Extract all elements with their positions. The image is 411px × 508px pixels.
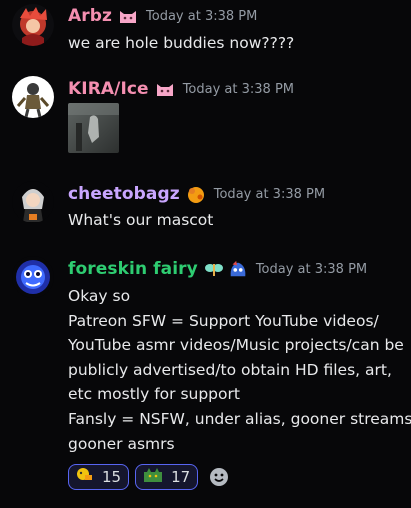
pink-cat-icon bbox=[155, 80, 175, 98]
message-text: What's our mascot bbox=[68, 208, 401, 233]
message-line: YouTube asmr videos/Music projects/can b… bbox=[68, 336, 404, 355]
timestamp: Today at 3:38 PM bbox=[255, 261, 368, 277]
message-line: Patreon SFW = Support YouTube videos/ bbox=[68, 311, 379, 330]
message-line: we are hole buddies now???? bbox=[68, 34, 295, 52]
avatar-cheetobagz[interactable] bbox=[12, 181, 54, 223]
username-kira[interactable]: KIRA/Ice bbox=[68, 79, 149, 99]
add-reaction-icon[interactable] bbox=[208, 466, 230, 488]
username-cheetobagz[interactable]: cheetobagz bbox=[68, 184, 180, 204]
yellow-emoji-icon bbox=[76, 467, 94, 487]
timestamp: Today at 3:38 PM bbox=[146, 8, 258, 24]
message-line: gooner asmrs bbox=[68, 434, 175, 453]
message-header: cheetobagz Today at 3:38 PM bbox=[68, 184, 325, 204]
blue-blob-icon bbox=[228, 260, 248, 278]
fairy-icon bbox=[204, 260, 224, 278]
message-line: What's our mascot bbox=[68, 211, 214, 229]
green-cat-emoji-icon bbox=[143, 467, 163, 487]
reaction-green[interactable]: 17 bbox=[135, 464, 199, 490]
message-header: Arbz Today at 3:38 PM bbox=[68, 6, 257, 26]
message-text: we are hole buddies now???? bbox=[68, 31, 401, 56]
reaction-count: 15 bbox=[102, 468, 122, 486]
avatar-arbz[interactable] bbox=[12, 4, 54, 46]
message-header: foreskin fairy Today at 3:38 PM bbox=[68, 259, 367, 279]
pink-cat-icon bbox=[118, 7, 138, 25]
reaction-count: 17 bbox=[171, 468, 191, 486]
reactions-bar: 15 17 bbox=[68, 464, 230, 490]
image-attachment-thumbnail[interactable] bbox=[68, 103, 119, 153]
message-line: Fansly = NSFW, under alias, gooner strea… bbox=[68, 409, 411, 428]
username-arbz[interactable]: Arbz bbox=[68, 6, 112, 26]
avatar-foreskin-fairy[interactable] bbox=[12, 256, 54, 298]
reaction-yellow[interactable]: 15 bbox=[68, 464, 130, 490]
timestamp: Today at 3:38 PM bbox=[182, 81, 294, 97]
message-text: Okay so Patreon SFW = Support YouTube vi… bbox=[68, 284, 411, 456]
message-line: etc mostly for support bbox=[68, 385, 240, 404]
message-line: Okay so bbox=[68, 287, 131, 305]
message-header: KIRA/Ice Today at 3:38 PM bbox=[68, 79, 294, 99]
cheeto-icon bbox=[186, 185, 206, 203]
avatar-kira[interactable] bbox=[12, 76, 54, 118]
timestamp: Today at 3:38 PM bbox=[213, 186, 326, 202]
username-foreskin-fairy[interactable]: foreskin fairy bbox=[68, 259, 198, 279]
message-line: publicly advertised/to obtain HD files, … bbox=[68, 360, 392, 379]
